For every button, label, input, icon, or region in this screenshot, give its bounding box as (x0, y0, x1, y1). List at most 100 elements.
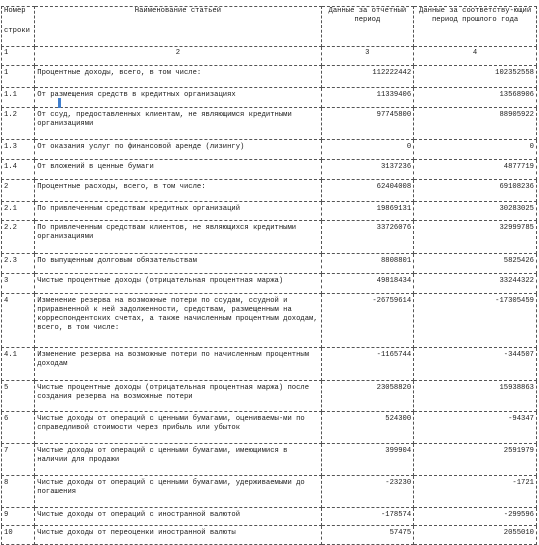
row-previous-value: 13568906 (499, 91, 534, 99)
row-item-name: Чистые доходы от операций с иностранной … (37, 511, 241, 519)
header-previous-period: Данные за соответству-ющий период прошло… (413, 6, 537, 47)
row-current-value: 8808801 (380, 257, 412, 265)
row-current-value: -1165744 (376, 351, 412, 359)
row-current-value: 3137236 (380, 163, 412, 171)
income-statement-table: Номер строки Наименование статьей Данные… (0, 6, 537, 545)
row-item-name: Процентные доходы, всего, в том числе: (37, 69, 202, 77)
row-current-value: 57475 (389, 529, 412, 537)
row-number: 4 (4, 297, 9, 305)
row-previous-value: 5825426 (503, 257, 534, 265)
column-number-row: 1 2 3 4 (0, 46, 537, 66)
table-row: 1.1 От размещения средств в кредитных орг… (0, 87, 537, 108)
row-number: 9 (4, 511, 9, 519)
row-item-name: От оказания услуг по финансовой аренде (… (37, 143, 245, 151)
row-number: 2.1 (4, 205, 17, 213)
header-current-period: Данные за отчетный период (321, 6, 415, 47)
row-item-name: От размещения средств в кредитных органи… (37, 91, 236, 99)
table-row: 2.1 По привлеченным средствам кредитных о… (0, 201, 537, 221)
row-number: 1.4 (4, 163, 17, 171)
table-row: 1 Процентные доходы, всего, в том числе: 1… (0, 65, 537, 88)
table-row: 1.4 От вложений в ценные бумаги 3137236 487… (0, 159, 537, 180)
row-previous-value: 32999785 (499, 224, 534, 232)
row-item-name: Чистые процентные доходы (отрицательная … (37, 384, 310, 401)
row-previous-value: 2055010 (503, 529, 534, 537)
row-number: 5 (4, 384, 9, 392)
row-item-name: Изменение резерва на возможные потери по… (37, 351, 310, 368)
row-current-value: 33726076 (376, 224, 412, 232)
row-item-name: Изменение резерва на возможные потери по… (37, 297, 318, 332)
row-item-name: Чистые процентные доходы (отрицательная … (37, 277, 284, 285)
table-row: 7 Чистые доходы от операций с ценными бум… (0, 443, 537, 476)
row-item-name: Чистые доходы от переоценки иностранной … (37, 529, 236, 537)
table-row: 6 Чистые доходы от операций с ценными бум… (0, 411, 537, 444)
table-row: 2.3 По выпущенным долговым обязательствам… (0, 253, 537, 274)
row-previous-value: 33244322 (499, 277, 534, 285)
row-previous-value: -344507 (503, 351, 534, 359)
row-previous-value: 69108236 (499, 183, 534, 191)
row-number: 6 (4, 415, 9, 423)
row-previous-value: -17305459 (495, 297, 534, 305)
row-item-name: От вложений в ценные бумаги (37, 163, 154, 171)
row-number: 4.1 (4, 351, 17, 359)
row-number: 1.1 (4, 91, 17, 99)
row-item-name: Чистые доходы от операций с ценными бума… (37, 415, 305, 432)
table-row: 9 Чистые доходы от операций с иностранной… (0, 507, 537, 526)
row-current-value: 524300 (385, 415, 412, 423)
row-previous-value: -299596 (503, 511, 534, 519)
header-number-label: Номер (4, 7, 26, 16)
row-previous-value: 4877719 (503, 163, 534, 171)
row-item-name: По привлеченным средствам кредитных орга… (37, 205, 241, 213)
table-row: 4 Изменение резерва на возможные потери п… (0, 293, 537, 348)
row-current-value: 11339406 (376, 91, 412, 99)
column-number-4: 4 (413, 46, 537, 66)
row-current-value: 97745800 (376, 111, 412, 119)
row-current-value: 23058820 (376, 384, 412, 392)
table-row: 5 Чистые процентные доходы (отрицательная… (0, 380, 537, 412)
header-item-name: Наименование статьей (34, 6, 322, 47)
header-rows-label: строки (4, 27, 30, 35)
row-previous-value: 88905922 (499, 111, 534, 119)
row-number: 3 (4, 277, 9, 285)
table-row: 4.1 Изменение резерва на возможные потери… (0, 347, 537, 381)
table-row: 10 Чистые доходы от переоценки иностранно… (0, 525, 537, 545)
row-previous-value: 2591979 (503, 447, 534, 455)
row-previous-value: -94347 (508, 415, 534, 423)
row-number: 1 (4, 69, 9, 77)
column-number-1: 1 (0, 46, 36, 66)
row-number: 2.3 (4, 257, 17, 265)
row-number: 8 (4, 479, 9, 487)
row-number: 2.2 (4, 224, 17, 232)
text-cursor (58, 98, 61, 108)
row-previous-value: -1721 (512, 479, 534, 487)
row-previous-value: 102352558 (495, 69, 534, 77)
table-row: 2 Процентные расходы, всего, в том числе:… (0, 179, 537, 202)
row-number: 7 (4, 447, 9, 455)
table-row: 2.2 По привлеченным средствам клиентов, н… (0, 220, 537, 254)
header-row-number: Номер строки (0, 6, 36, 47)
row-item-name: По выпущенным долговым обязательствам (37, 257, 197, 265)
row-current-value: 49818434 (376, 277, 412, 285)
row-current-value: 399904 (385, 447, 412, 455)
row-item-name: По привлеченным средствам клиентов, не я… (37, 224, 297, 241)
row-number: 10 (4, 529, 13, 537)
row-number: 1.2 (4, 111, 17, 119)
column-number-3: 3 (321, 46, 415, 66)
row-current-value: -23230 (385, 479, 412, 487)
table-body: 1 Процентные доходы, всего, в том числе: 1… (0, 65, 537, 545)
row-item-name: От ссуд, предоставленных клиентам, не яв… (37, 111, 292, 128)
row-current-value: 19869131 (376, 205, 412, 213)
table-row: 8 Чистые доходы от операций с ценными бум… (0, 475, 537, 508)
row-previous-value: 0 (529, 143, 534, 151)
table-header-row: Номер строки Наименование статьей Данные… (0, 6, 537, 47)
table-row: 1.3 От оказания услуг по финансовой аренд… (0, 139, 537, 160)
row-number: 2 (4, 183, 9, 191)
table-row: 1.2 От ссуд, предоставленных клиентам, не… (0, 107, 537, 140)
row-item-name: Чистые доходы от операций с ценными бума… (37, 447, 288, 464)
row-current-value: -178574 (380, 511, 412, 519)
row-previous-value: 30283025 (499, 205, 534, 213)
row-current-value: 0 (406, 143, 412, 151)
table-row: 3 Чистые процентные доходы (отрицательная… (0, 273, 537, 294)
statement-page: Номер строки Наименование статьей Данные… (0, 0, 539, 545)
row-current-value: 62404008 (376, 183, 412, 191)
row-previous-value: 15938863 (499, 384, 534, 392)
